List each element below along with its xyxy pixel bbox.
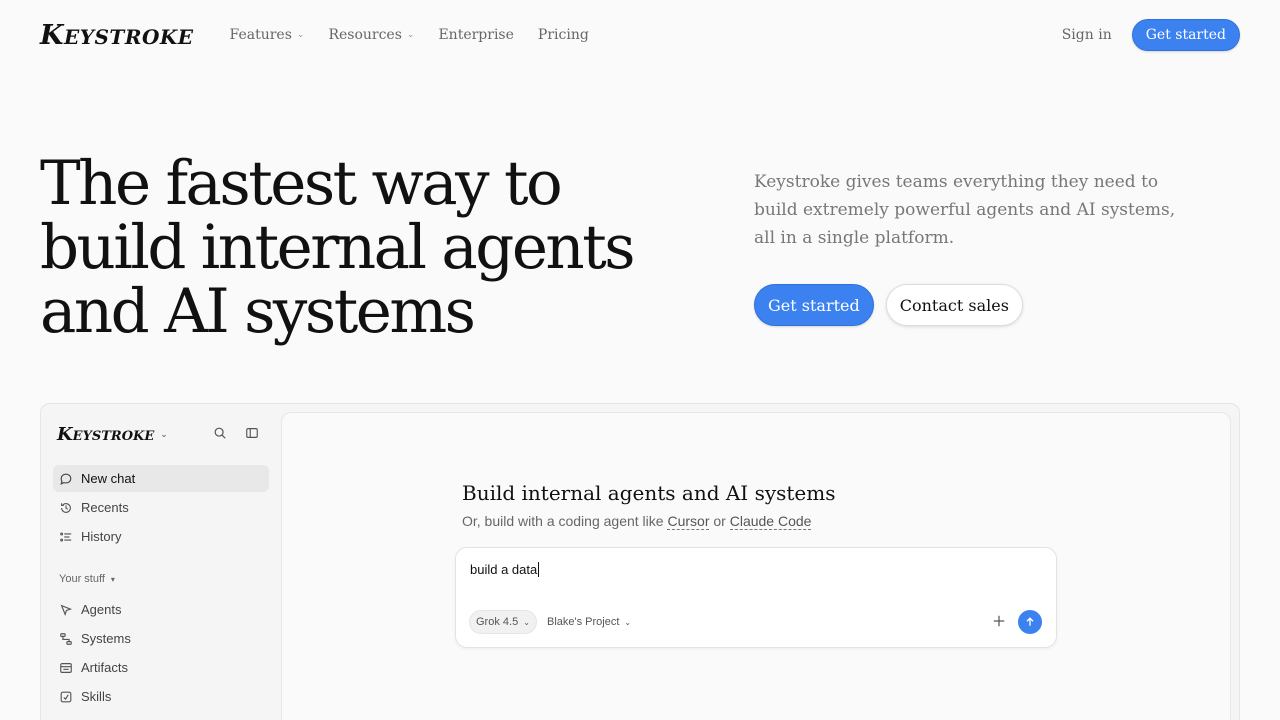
hero-title: The fastest way to build internal agents… — [40, 152, 680, 344]
hero-title-line: and AI systems — [40, 276, 476, 347]
hero-ctas: Get started Contact sales — [754, 284, 1023, 326]
pointer-icon — [60, 604, 73, 616]
arrow-up-icon — [1026, 617, 1034, 626]
sidebar-item-new-chat[interactable]: New chat — [53, 465, 269, 492]
get-started-button[interactable]: Get started — [1131, 19, 1240, 51]
contact-sales-button[interactable]: Contact sales — [885, 284, 1023, 326]
main-title: Build internal agents and AI systems — [462, 481, 836, 505]
subtitle-text: or — [709, 513, 730, 529]
sidebar-item-artifacts[interactable]: Artifacts — [53, 654, 269, 681]
app-preview: KEYSTROKE ⌄ New chat Recents History You… — [40, 403, 1240, 720]
nav-link-resources[interactable]: Resources ⌄ — [328, 27, 414, 43]
skills-icon — [60, 691, 72, 702]
nav-link-label: Resources — [328, 27, 402, 43]
list-icon — [60, 531, 72, 542]
sidebar-item-agents[interactable]: Agents — [53, 596, 269, 623]
sidebar-item-systems[interactable]: Systems — [53, 625, 269, 652]
chevron-down-icon: ⌄ — [160, 429, 168, 440]
search-icon[interactable] — [213, 426, 227, 440]
sidebar-item-label: Agents — [81, 602, 122, 617]
hero-title-line: build internal agents — [40, 212, 636, 283]
sidebar-item-label: Artifacts — [81, 660, 128, 675]
nav-link-label: Enterprise — [438, 27, 514, 43]
nav-link-label: Pricing — [537, 27, 589, 43]
sidebar-item-recents[interactable]: Recents — [53, 494, 269, 521]
systems-icon — [60, 632, 72, 645]
sidebar-item-label: Skills — [81, 689, 112, 704]
hero-get-started-button[interactable]: Get started — [754, 284, 874, 326]
sidebar-item-label: New chat — [81, 471, 136, 486]
hero-description: Keystroke gives teams everything they ne… — [754, 172, 1176, 248]
sidebar-toolbar — [213, 426, 259, 440]
nav-link-features[interactable]: Features ⌄ — [230, 27, 305, 43]
prompt-composer[interactable]: build a data Grok 4.5 ⌄ Blake's Project … — [455, 547, 1057, 648]
chevron-down-icon: ⌄ — [296, 30, 305, 40]
sign-in-link[interactable]: Sign in — [1062, 27, 1112, 43]
section-label: Your stuff — [59, 573, 105, 585]
top-nav: KEYSTROKE Features ⌄ Resources ⌄ Enterpr… — [0, 0, 1280, 70]
claude-code-link[interactable]: Claude Code — [729, 513, 812, 530]
chevron-down-icon: ⌄ — [523, 617, 530, 627]
hero-title-line: The fastest way to — [40, 148, 563, 219]
sidebar-toggle-icon[interactable] — [245, 426, 259, 440]
model-selector[interactable]: Grok 4.5 ⌄ — [469, 610, 537, 634]
chat-bubble-icon — [60, 473, 72, 485]
history-clock-icon — [61, 502, 71, 513]
chat-main-panel: Build internal agents and AI systems Or,… — [281, 412, 1231, 720]
subtitle-text: Or, build with a coding agent like — [462, 513, 668, 529]
text-caret — [538, 562, 540, 577]
prompt-input-value: build a data — [470, 562, 538, 577]
sidebar-item-label: History — [81, 529, 122, 544]
send-button[interactable] — [1018, 610, 1042, 634]
sidebar-item-skills[interactable]: Skills — [53, 683, 269, 710]
main-subtitle: Or, build with a coding agent like Curso… — [462, 513, 812, 530]
nav-link-enterprise[interactable]: Enterprise — [438, 27, 513, 43]
workspace-switcher[interactable]: KEYSTROKE ⌄ — [57, 424, 168, 445]
project-selector[interactable]: Blake's Project ⌄ — [547, 610, 631, 634]
sidebar-item-label: Recents — [81, 500, 129, 515]
sidebar: KEYSTROKE ⌄ New chat Recents History You… — [41, 404, 281, 720]
keystroke-logo[interactable]: KEYSTROKE — [40, 20, 194, 51]
your-stuff-section[interactable]: Your stuff ▾ — [59, 573, 115, 585]
caret-down-icon: ▾ — [110, 574, 115, 584]
nav-actions: Sign in Get started — [1062, 19, 1240, 51]
sidebar-item-history[interactable]: History — [53, 523, 269, 550]
project-label: Blake's Project — [547, 616, 620, 628]
model-label: Grok 4.5 — [476, 616, 519, 628]
nav-link-label: Features — [229, 27, 292, 43]
nav-link-pricing[interactable]: Pricing — [538, 27, 589, 43]
sidebar-logo: KEYSTROKE — [57, 424, 155, 445]
cursor-link[interactable]: Cursor — [667, 513, 710, 530]
add-attachment-icon[interactable] — [992, 614, 1006, 628]
nav-links: Features ⌄ Resources ⌄ Enterprise Pricin… — [230, 27, 589, 43]
sidebar-item-label: Systems — [81, 631, 131, 646]
chevron-down-icon: ⌄ — [406, 30, 415, 40]
artifacts-icon — [60, 662, 72, 673]
prompt-input[interactable]: build a data — [470, 562, 1030, 577]
chevron-down-icon: ⌄ — [624, 617, 632, 627]
